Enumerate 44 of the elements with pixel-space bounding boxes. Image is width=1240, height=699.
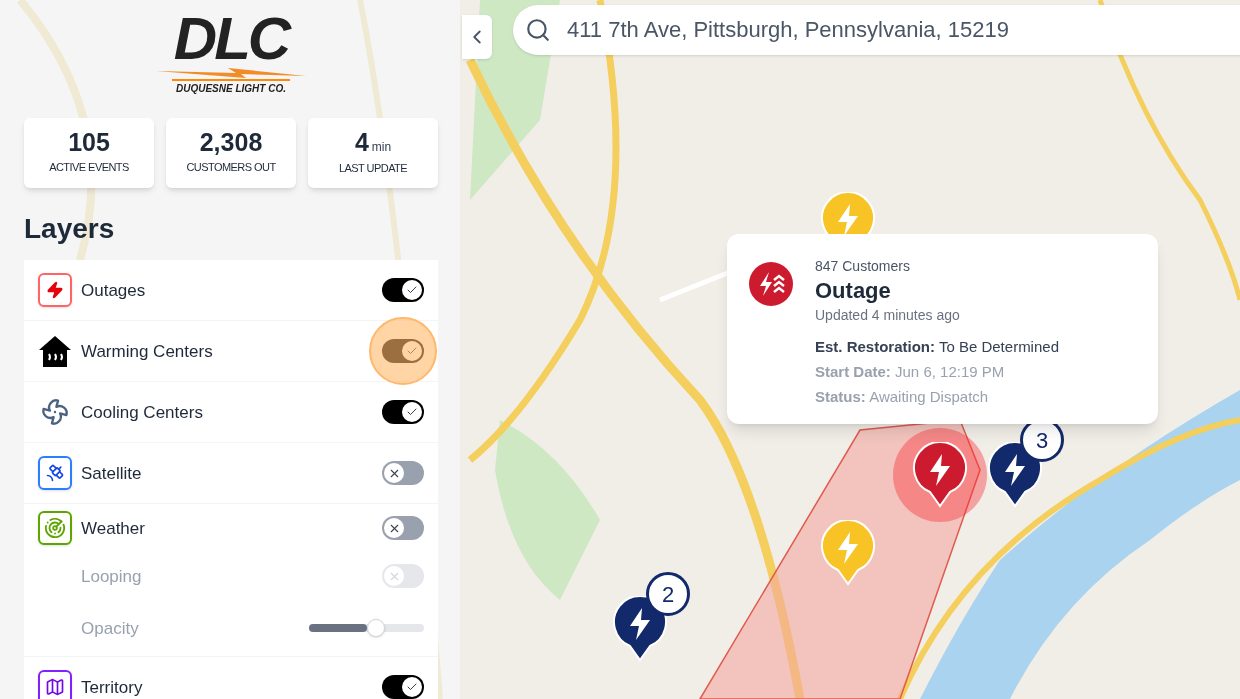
layer-label: Territory — [81, 678, 143, 696]
house-heat-icon — [38, 334, 72, 368]
outage-badge-icon — [749, 262, 793, 306]
detail-line: Est. Restoration: To Be Determined — [815, 336, 1059, 357]
logo-mark: DLC — [172, 10, 291, 68]
stat-label: ACTIVE EVENTS — [49, 160, 129, 176]
stat-label: LAST UPDATE — [338, 160, 408, 176]
stat-label: CUSTOMERS OUT — [186, 160, 276, 176]
layer-label: Opacity — [81, 619, 139, 637]
check-icon — [406, 681, 418, 693]
stat-unit: min — [371, 138, 392, 156]
check-icon — [406, 406, 418, 418]
layers-heading: Layers — [23, 212, 116, 246]
logo-tagline: DUQUESNE LIGHT CO. — [172, 79, 290, 96]
stat-value: 4 — [354, 129, 369, 155]
detail-line: Status: Awaiting Dispatch — [815, 386, 990, 407]
toggle-switch[interactable] — [382, 461, 424, 485]
check-icon — [406, 345, 418, 357]
toggle-switch[interactable] — [382, 278, 424, 302]
toggle-switch[interactable] — [382, 339, 424, 363]
toggle-switch[interactable] — [382, 675, 424, 699]
toggle-switch[interactable] — [382, 400, 424, 424]
stat-value: 105 — [68, 130, 110, 156]
stat-value: 2,308 — [199, 130, 263, 156]
search-field[interactable]: 411 7th Ave, Pittsburgh, Pennsylvania, 15219 — [513, 5, 1240, 55]
slider-thumb[interactable] — [366, 619, 385, 637]
layer-label: Looping — [81, 567, 142, 585]
layer-label: Weather — [81, 519, 145, 537]
toggle-switch[interactable] — [382, 516, 424, 540]
layer-label: Satellite — [81, 464, 142, 482]
popup-title: Outage — [815, 277, 892, 305]
detail-line: Start Date: Jun 6, 12:19 PM — [815, 361, 1006, 382]
radar-icon — [38, 511, 72, 545]
customer-count: 847 Customers — [815, 257, 911, 276]
layer-label: Cooling Centers — [81, 403, 203, 421]
check-icon — [406, 284, 418, 296]
collapse-button[interactable] — [462, 15, 492, 59]
search-icon — [525, 17, 551, 43]
layer-label: Warming Centers — [81, 342, 213, 360]
satellite-icon — [38, 456, 72, 490]
layer-label: Outages — [81, 281, 146, 299]
updated-time: Updated 4 minutes ago — [815, 305, 961, 325]
alert-pin[interactable] — [820, 520, 876, 586]
lightning-icon — [38, 273, 72, 307]
